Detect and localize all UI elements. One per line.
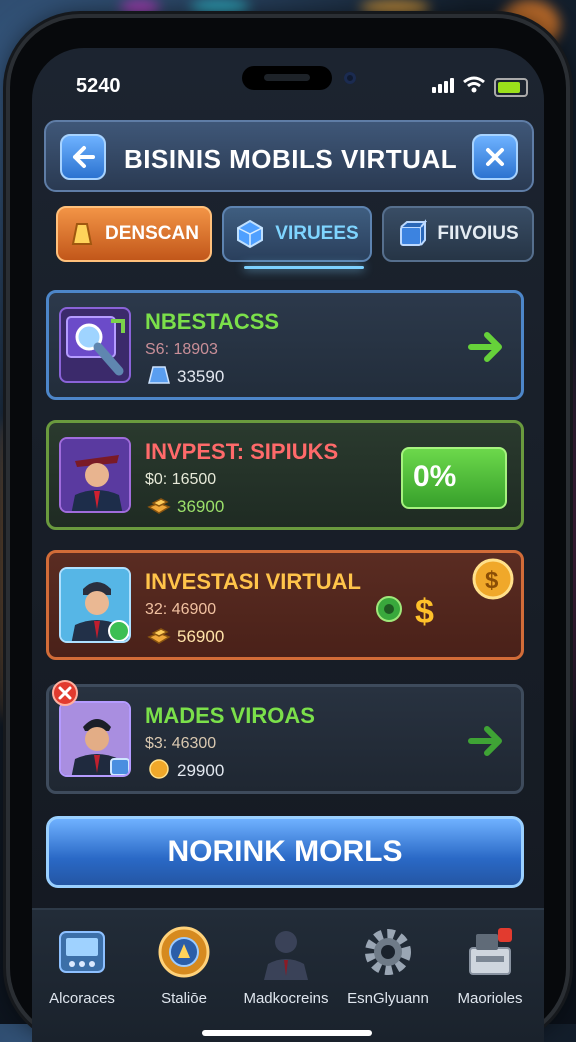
card-title: INVPEST: SIPIUKS — [145, 439, 339, 464]
card-value: S6: 18903 — [145, 341, 218, 358]
device-icon — [59, 931, 105, 973]
nav-item-stalioe[interactable]: Staliōe — [134, 924, 234, 1007]
home-indicator[interactable] — [202, 1030, 372, 1036]
active-tab-glow — [244, 266, 364, 269]
tab-fiivoius[interactable]: FIIVOIUS — [382, 206, 534, 262]
nav-item-esnglyuann[interactable]: EsnGlyuann — [338, 924, 438, 1007]
magnifier-icon — [59, 307, 131, 383]
list-item[interactable]: NBESTACSS S6: 18903 33590 — [46, 290, 524, 400]
nav-item-alcoraces[interactable]: Alcoraces — [32, 924, 132, 1007]
card-amount: 36900 — [177, 497, 225, 516]
nav-label: EsnGlyuann — [347, 990, 429, 1007]
battery-icon — [494, 78, 528, 97]
blue-gem-icon — [148, 366, 170, 384]
gold-bar-icon — [71, 223, 93, 245]
percent-badge[interactable]: 0% — [401, 447, 507, 509]
card-value: 32: 46900 — [145, 601, 217, 618]
notch — [242, 66, 332, 90]
tab-viruees[interactable]: VIRUEES — [222, 206, 372, 262]
card-title: INVESTASI VIRTUAL — [145, 569, 361, 594]
close-icon — [486, 148, 504, 166]
signal-icon — [432, 78, 454, 93]
bg-light-cyan — [190, 0, 250, 14]
nav-label: Maorioles — [457, 990, 523, 1007]
gold-coin-icon: $ — [472, 558, 514, 600]
close-button[interactable] — [472, 134, 518, 180]
list-item[interactable]: MADES VIROAS $3: 46300 29900 — [46, 680, 524, 794]
svg-text:$: $ — [485, 567, 499, 594]
gold-coin-icon — [149, 759, 169, 779]
manager-icon — [264, 931, 308, 980]
percent-label: 0% — [413, 460, 457, 493]
back-arrow-icon — [73, 146, 95, 168]
businessman-avatar — [59, 437, 131, 513]
card-title: NBESTACSS — [145, 309, 280, 334]
bottom-nav: Alcoraces Staliōe Madkocreins EsnGlyuann… — [32, 908, 544, 1042]
settings-gear-icon — [365, 929, 411, 975]
card-amount: 29900 — [177, 761, 225, 780]
arrow-right-icon[interactable] — [467, 721, 507, 761]
card-value: $3: 46300 — [145, 735, 217, 752]
arrow-right-icon[interactable] — [467, 327, 507, 367]
businessman-avatar — [59, 701, 131, 777]
card-title: MADES VIROAS — [145, 703, 315, 728]
card-amount: 56900 — [177, 627, 225, 646]
close-badge-icon[interactable] — [51, 679, 79, 707]
nav-item-maorioles[interactable]: Maorioles — [440, 924, 540, 1007]
status-time: 5240 — [76, 75, 121, 97]
screen: 5240 BISINIS MOBILS VIRTUAL DENSCAN VIRU… — [32, 48, 544, 1042]
tab-label: VIRUEES — [275, 223, 359, 244]
compass-gear-icon — [158, 926, 210, 978]
main-action-button[interactable]: NORINK MORLS — [46, 816, 524, 888]
main-action-label: NORINK MORLS — [167, 835, 403, 868]
svg-text:$: $ — [415, 593, 434, 631]
wifi-icon — [463, 76, 485, 93]
app-header: BISINIS MOBILS VIRTUAL — [44, 120, 534, 192]
gold-bars-icon — [147, 498, 171, 514]
blue-box-icon — [400, 219, 428, 246]
gold-bars-icon — [147, 628, 171, 644]
register-icon — [469, 928, 512, 975]
tab-label: FIIVOIUS — [437, 223, 519, 244]
nav-label: Staliōe — [161, 990, 207, 1007]
page-title: BISINIS MOBILS VIRTUAL — [124, 144, 458, 174]
speaker — [264, 74, 310, 81]
nav-item-madkocreins[interactable]: Madkocreins — [236, 924, 336, 1007]
tab-denscan[interactable]: DENSCAN — [56, 206, 212, 262]
camera-icon — [344, 72, 356, 84]
list-item[interactable]: INVESTASI VIRTUAL 32: 46900 56900 $ $ — [46, 550, 524, 660]
bg-light-orange — [360, 0, 430, 16]
tab-label: DENSCAN — [105, 223, 199, 244]
businessman-avatar — [59, 567, 131, 643]
status-bar: 5240 — [32, 48, 544, 118]
card-amount: 33590 — [177, 367, 225, 386]
phone-frame: 5240 BISINIS MOBILS VIRTUAL DENSCAN VIRU… — [10, 18, 566, 1042]
back-button[interactable] — [60, 134, 106, 180]
nav-label: Madkocreins — [243, 990, 329, 1007]
list-item[interactable]: INVPEST: SIPIUKS $0: 16500 36900 0% — [46, 420, 524, 530]
tab-bar: DENSCAN VIRUEES FIIVOIUS — [44, 206, 534, 269]
nav-label: Alcoraces — [49, 990, 115, 1007]
bg-light-magenta — [120, 0, 160, 16]
blue-gem-icon — [237, 219, 264, 249]
card-value: $0: 16500 — [145, 471, 217, 488]
gear-dollar-icon[interactable]: $ — [371, 587, 451, 631]
